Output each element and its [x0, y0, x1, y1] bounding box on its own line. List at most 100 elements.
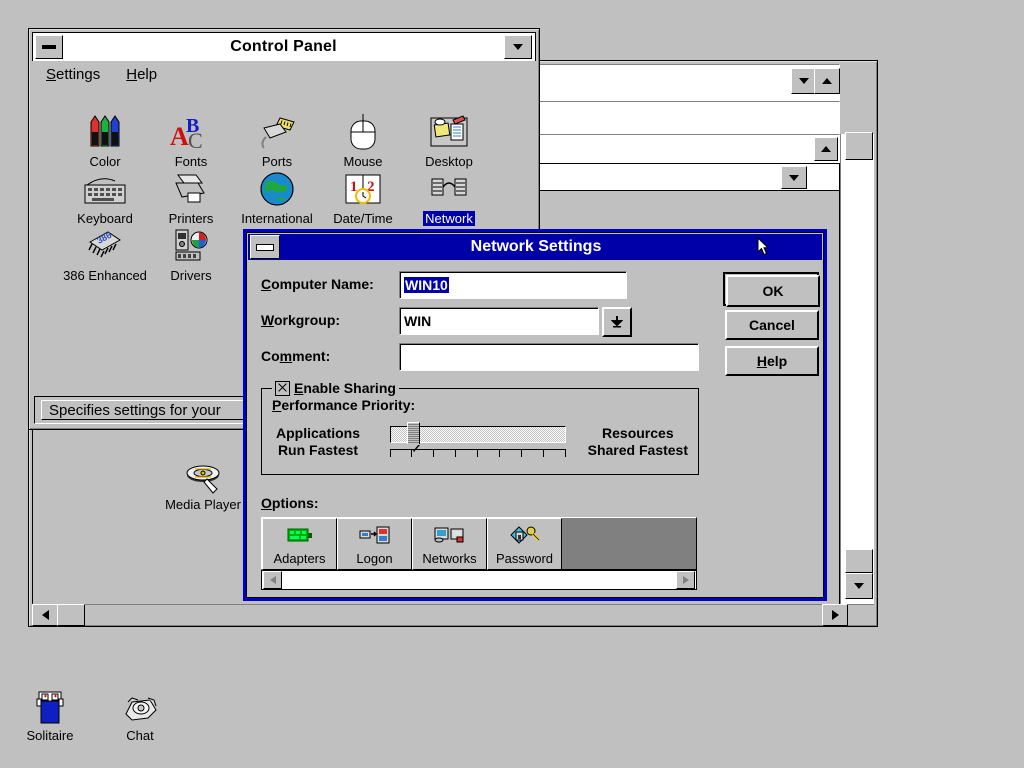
program-item-label: Media Player — [160, 497, 246, 512]
control-panel-title: Control Panel — [65, 38, 502, 56]
fonts-abc-icon: A B C — [144, 112, 238, 152]
cancel-button-label: Cancel — [749, 317, 795, 333]
workgroup-dropdown-button[interactable] — [602, 307, 632, 337]
scroll-right-button[interactable] — [822, 604, 848, 626]
workgroup-value: WIN — [404, 313, 431, 329]
solitaire-cards-icon — [8, 688, 92, 728]
globe-icon — [230, 169, 324, 209]
progman-horizontal-scrollbar[interactable] — [32, 604, 874, 623]
cpl-item-desktop[interactable]: Desktop — [402, 112, 496, 169]
options-button-label: Networks — [422, 551, 476, 566]
network-adapter-icon — [286, 519, 314, 551]
cpl-item-keyboard[interactable]: Keyboard — [58, 169, 152, 226]
computer-name-input[interactable]: WIN10 — [399, 271, 627, 299]
scroll-thumb-lower[interactable] — [845, 549, 873, 573]
computer-name-label-rest: omputer Name: — [271, 276, 374, 292]
help-button-label-rest: elp — [767, 353, 787, 369]
scroll-up-button[interactable] — [814, 137, 838, 161]
comment-input[interactable] — [399, 343, 699, 371]
chevron-down-icon — [799, 78, 809, 84]
control-panel-system-menu-button[interactable] — [35, 35, 63, 59]
slider-thumb[interactable] — [407, 422, 420, 444]
cpl-item-label: Printers — [144, 211, 238, 226]
cpl-item-label: Mouse — [316, 154, 410, 169]
chevron-up-icon — [822, 78, 832, 84]
menu-help-rest: elp — [137, 66, 157, 83]
dialog-system-menu-button[interactable] — [250, 235, 280, 259]
cpl-item-color[interactable]: Color — [58, 112, 152, 169]
enable-sharing-checkbox[interactable]: Enable Sharing — [272, 380, 399, 396]
help-button[interactable]: Help — [725, 346, 819, 376]
cpl-item-mouse[interactable]: Mouse — [316, 112, 410, 169]
printer-icon — [144, 169, 238, 209]
logon-icon — [359, 519, 391, 551]
program-item-media-player[interactable]: Media Player — [160, 455, 246, 512]
options-scroll-right-button[interactable] — [676, 571, 695, 589]
cancel-button[interactable]: Cancel — [725, 310, 819, 340]
group-maximize-button[interactable] — [814, 68, 840, 94]
password-key-icon — [509, 519, 541, 551]
cpl-item-international[interactable]: International — [230, 169, 324, 226]
comment-label: Comment: — [261, 348, 330, 364]
desktop-icon-label: Solitaire — [8, 728, 92, 743]
options-button-networks[interactable]: Networks — [412, 518, 487, 570]
scroll-thumb[interactable] — [845, 132, 873, 160]
options-button-password[interactable]: Password — [487, 518, 562, 570]
ports-connector-icon — [230, 112, 324, 152]
cpl-item-fonts[interactable]: A B C Fonts — [144, 112, 238, 169]
cpl-item-drivers[interactable]: Drivers — [144, 226, 238, 283]
desktop-icon-label: Chat — [98, 728, 182, 743]
menu-help[interactable]: Help — [126, 66, 157, 83]
comment-label-pre: Co — [261, 348, 280, 364]
workgroup-label-rest: orkgroup: — [274, 312, 340, 328]
performance-priority-slider[interactable] — [390, 426, 566, 462]
slider-ticks — [390, 449, 566, 457]
desktop-pattern-icon — [402, 112, 496, 152]
slider-left-label-line1: Applications — [276, 425, 360, 442]
cpl-item-printers[interactable]: Printers — [144, 169, 238, 226]
options-button-label: Adapters — [273, 551, 325, 566]
progman-vertical-scrollbar[interactable] — [840, 134, 874, 605]
control-panel-title-bar[interactable]: Control Panel — [32, 32, 536, 62]
cpl-item-ports[interactable]: Ports — [230, 112, 324, 169]
networks-icon — [434, 519, 466, 551]
cpl-item-label: Date/Time — [316, 211, 410, 226]
options-toolbar[interactable]: Adapters Logon — [261, 517, 697, 570]
workgroup-input[interactable]: WIN — [399, 307, 599, 335]
cpl-item-label: Color — [58, 154, 152, 169]
ok-button[interactable]: OK — [723, 272, 819, 306]
options-scroll-left-button[interactable] — [263, 571, 282, 589]
crayons-icon — [58, 112, 152, 152]
menu-settings-rest: ettings — [56, 66, 100, 83]
drivers-icon — [144, 226, 238, 266]
options-button-logon[interactable]: Logon — [337, 518, 412, 570]
arrow-right-icon — [683, 576, 689, 584]
desktop-icon-chat[interactable]: Chat — [98, 688, 182, 743]
options-scrollbar[interactable] — [261, 570, 697, 590]
network-settings-title-bar[interactable]: Network Settings — [248, 234, 822, 260]
slider-tick-baseline — [390, 449, 566, 450]
desktop-icon-solitaire[interactable]: Solitaire — [8, 688, 92, 743]
h-scroll-thumb[interactable] — [57, 604, 85, 626]
scroll-left-button[interactable] — [32, 604, 58, 626]
cpl-item-386-enhanced[interactable]: 386 386 Enhanced — [58, 226, 152, 283]
network-nodes-icon — [402, 169, 496, 209]
arrow-right-icon — [832, 610, 839, 620]
options-button-label: Logon — [356, 551, 392, 566]
mouse-cursor — [757, 237, 769, 256]
menu-settings[interactable]: Settings — [46, 66, 100, 83]
network-settings-dialog[interactable]: Network Settings Computer Name: WIN10 Wo… — [243, 229, 827, 601]
slider-left-label-line2: Run Fastest — [276, 442, 360, 459]
cpl-item-date-time[interactable]: 1 2 Date/Time — [316, 169, 410, 226]
workgroup-label: Workgroup: — [261, 312, 340, 328]
scroll-down-button[interactable] — [845, 573, 873, 599]
group-minimize-button-main[interactable] — [781, 166, 807, 189]
computer-name-value: WIN10 — [404, 277, 449, 293]
options-button-adapters[interactable]: Adapters — [262, 518, 337, 570]
cpl-item-label: Network — [423, 211, 475, 226]
control-panel-menu-bar[interactable]: Settings Help — [32, 61, 536, 89]
cpl-item-label: 386 Enhanced — [58, 268, 152, 283]
arrow-left-icon — [270, 576, 276, 584]
cpl-item-network[interactable]: Network — [402, 169, 496, 226]
control-panel-minimize-button[interactable] — [504, 35, 532, 59]
